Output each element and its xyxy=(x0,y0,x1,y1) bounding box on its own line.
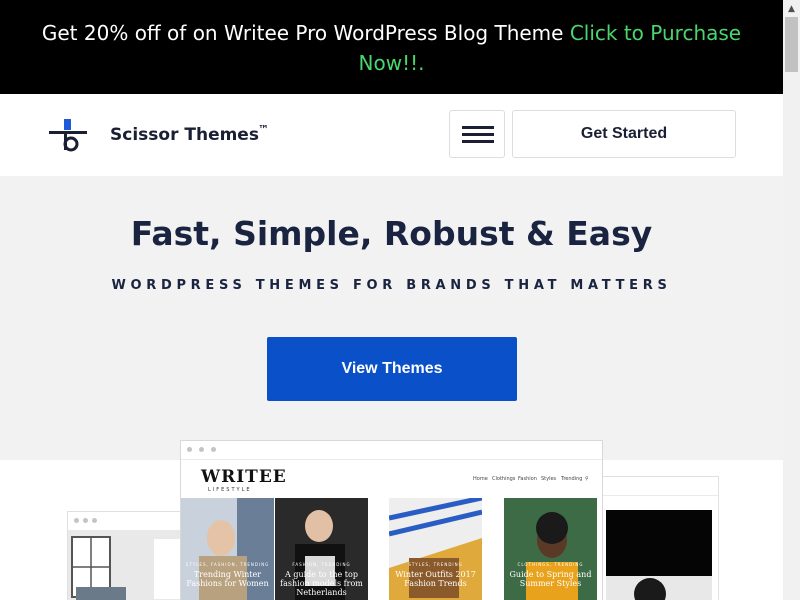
tile-caption: A guide to the top fashion models from N… xyxy=(280,570,363,597)
theme-preview-left xyxy=(67,511,187,600)
theme-preview-right xyxy=(599,476,719,600)
preview-tile: FASHION, TRENDING A guide to the top fas… xyxy=(275,498,368,600)
page: Get 20% off of on Writee Pro WordPress B… xyxy=(0,0,783,600)
preview-tile: STYLES, FASHION, TRENDING Trending Winte… xyxy=(181,498,274,600)
vertical-scrollbar[interactable]: ▲ xyxy=(783,0,800,600)
preview-nav-trending: Trending xyxy=(561,476,583,482)
scroll-up-arrow-icon[interactable]: ▲ xyxy=(783,0,800,17)
view-themes-button[interactable]: View Themes xyxy=(267,337,517,401)
hamburger-icon xyxy=(462,140,494,143)
scrollbar-thumb[interactable] xyxy=(785,17,798,72)
preview-nav-fashion: Fashion xyxy=(518,476,537,482)
preview-tile: STYLES, TRENDING Winter Outfits 2017 Fas… xyxy=(389,498,482,600)
preview-nav-clothings: Clothings xyxy=(492,476,516,482)
tile-kicker: STYLES, FASHION, TRENDING xyxy=(185,562,270,567)
trademark-symbol: ™ xyxy=(258,123,269,136)
tile-caption: Winter Outfits 2017 Fashion Trends xyxy=(395,570,476,588)
promo-banner: Get 20% off of on Writee Pro WordPress B… xyxy=(0,0,783,94)
preview-search-icon: ⚲ xyxy=(585,476,589,482)
tile-kicker: FASHION, TRENDING xyxy=(292,562,351,567)
writee-logo-subtitle: LIFESTYLE xyxy=(208,487,252,493)
tile-caption: Guide to Spring and Summer Styles xyxy=(509,570,592,588)
tile-caption: Trending Winter Fashions for Women xyxy=(186,570,269,588)
interior-photo xyxy=(68,531,186,600)
tile-kicker: STYLES, TRENDING xyxy=(408,562,463,567)
hero-title: Fast, Simple, Robust & Easy xyxy=(130,214,653,253)
preview-nav-home: Home xyxy=(473,476,488,482)
portrait-photo xyxy=(600,496,718,600)
preview-tile: CLOTHINGS, TRENDING Guide to Spring and … xyxy=(504,498,597,600)
preview-nav-styles: Styles xyxy=(541,476,557,482)
hamburger-icon xyxy=(462,126,494,129)
menu-button[interactable] xyxy=(449,110,505,158)
hamburger-icon xyxy=(462,133,494,136)
hero-subtitle: WORDPRESS THEMES FOR BRANDS THAT MATTERS xyxy=(111,278,672,293)
brand-name[interactable]: Scissor Themes xyxy=(110,125,259,145)
writee-theme-preview[interactable]: WRITEE LIFESTYLE Home Clothings Fashion … xyxy=(180,440,603,600)
tile-kicker: CLOTHINGS, TRENDING xyxy=(517,562,584,567)
get-started-button[interactable]: Get Started xyxy=(512,110,736,158)
promo-text: Get 20% off of on Writee Pro WordPress B… xyxy=(41,21,570,45)
scissor-themes-logo[interactable] xyxy=(49,117,87,155)
writee-logo: WRITEE xyxy=(201,467,287,487)
